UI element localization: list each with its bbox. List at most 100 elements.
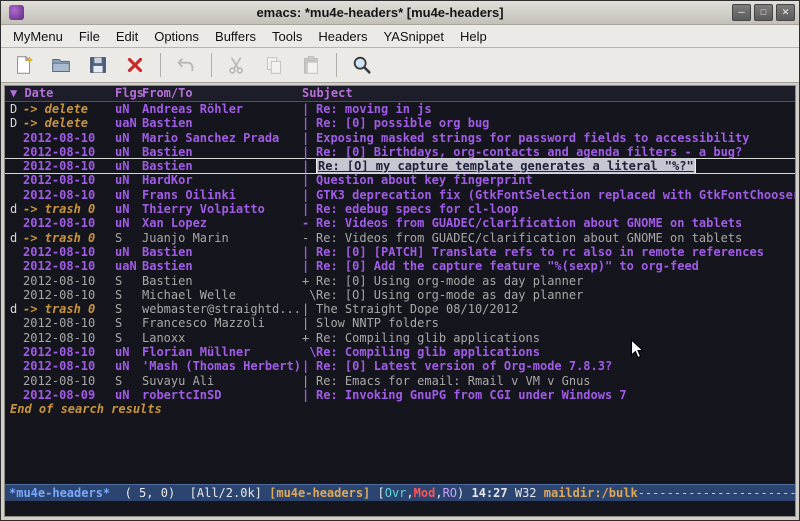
col-flags: uN [115, 102, 142, 116]
col-subject: Re: Invoking GnuPG from CGI under Window… [316, 388, 795, 402]
menu-headers[interactable]: Headers [310, 27, 375, 46]
subject-text: Re: moving in js [316, 102, 432, 116]
col-subject: Re: [O] Using org-mode as day planner [316, 288, 795, 302]
message-row[interactable]: 2012-08-09 uN robertcInSD | Re: Invoking… [5, 388, 795, 402]
menu-buffers[interactable]: Buffers [207, 27, 264, 46]
message-row[interactable]: d -> trash 0 S Juanjo Marin - Re: Videos… [5, 231, 795, 245]
message-row[interactable]: 2012-08-10 uN Bastien | Re: [O] my captu… [5, 159, 795, 173]
col-from: Bastien [142, 245, 302, 259]
mark-char: d [10, 231, 23, 245]
col-date: -> trash 0 [23, 202, 115, 216]
message-row[interactable]: 2012-08-10 uN HardKor | Question about k… [5, 173, 795, 187]
new-file-button[interactable] [9, 51, 39, 79]
window-title: emacs: *mu4e-headers* [mu4e-headers] [28, 5, 732, 20]
menu-help[interactable]: Help [452, 27, 495, 46]
column-date[interactable]: ▼ Date [10, 86, 115, 101]
menu-tools[interactable]: Tools [264, 27, 310, 46]
message-row[interactable]: 2012-08-10 uN Florian Müllner \ Re: Comp… [5, 345, 795, 359]
col-flags: uaN [115, 116, 142, 130]
paste-icon [300, 54, 322, 76]
message-row[interactable]: 2012-08-10 uN Bastien | Re: [0] Birthday… [5, 145, 795, 159]
col-flags: uN [115, 145, 142, 159]
message-row[interactable]: 2012-08-10 S Lanoxx + Re: Compiling glib… [5, 331, 795, 345]
search-icon [351, 54, 373, 76]
message-row[interactable]: 2012-08-10 uaN Bastien | Re: [0] Add the… [5, 259, 795, 273]
paste-button[interactable] [296, 51, 326, 79]
message-row[interactable]: D -> delete uaN Bastien | Re: [0] possib… [5, 116, 795, 130]
mark-char [10, 359, 23, 373]
message-row[interactable]: d -> trash 0 S webmaster@straightd... | … [5, 302, 795, 316]
col-from: Michael Welle [142, 288, 302, 302]
open-folder-button[interactable] [46, 51, 76, 79]
col-from: Lanoxx [142, 331, 302, 345]
minimize-button[interactable]: ─ [732, 4, 751, 21]
mark-char [10, 331, 23, 345]
emacs-window: emacs: *mu4e-headers* [mu4e-headers] ─ □… [0, 0, 800, 521]
menu-options[interactable]: Options [146, 27, 207, 46]
col-subject: Re: [0] possible org bug [316, 116, 795, 130]
message-row[interactable]: 2012-08-10 S Francesco Mazzoli | Slow NN… [5, 316, 795, 330]
message-row[interactable]: d -> trash 0 uN Thierry Volpiatto | Re: … [5, 202, 795, 216]
cut-button[interactable] [222, 51, 252, 79]
subject-text: Exposing masked strings for password fie… [316, 131, 749, 145]
subject-text: Re: [0] Using org-mode as day planner [316, 274, 583, 288]
thread-separator: - [302, 216, 316, 230]
col-date: 2012-08-10 [23, 359, 115, 373]
thread-separator: | [302, 302, 316, 316]
col-flags: uN [115, 159, 142, 173]
col-subject: Re: [0] [PATCH] Translate refs to rc als… [316, 245, 795, 259]
message-row[interactable]: 2012-08-10 uN Frans Oilinki | GTK3 depre… [5, 188, 795, 202]
column-flags[interactable]: Flgs [115, 86, 142, 101]
col-date: 2012-08-10 [23, 316, 115, 330]
thread-separator: | [302, 202, 316, 216]
message-row[interactable]: 2012-08-10 uN Xan Lopez - Re: Videos fro… [5, 216, 795, 230]
column-subject[interactable]: Subject [302, 86, 795, 101]
save-button[interactable] [83, 51, 113, 79]
close-button[interactable]: ✕ [776, 4, 795, 21]
col-subject: Re: Emacs for email: Rmail v VM v Gnus [316, 374, 795, 388]
cut-icon [226, 54, 248, 76]
col-date: 2012-08-10 [23, 173, 115, 187]
message-row[interactable]: 2012-08-10 uN 'Mash (Thomas Herbert) | R… [5, 359, 795, 373]
mark-char [10, 274, 23, 288]
message-row[interactable]: 2012-08-10 S Bastien + Re: [0] Using org… [5, 274, 795, 288]
maximize-button[interactable]: □ [754, 4, 773, 21]
mode-line: *mu4e-headers* ( 5, 0) [All/2.0k] [mu4e-… [5, 484, 795, 501]
col-flags: uN [115, 388, 142, 402]
copy-button[interactable] [259, 51, 289, 79]
thread-separator: + [302, 274, 316, 288]
message-row[interactable]: 2012-08-10 uN Mario Sanchez Prada | Expo… [5, 131, 795, 145]
menu-mymenu[interactable]: MyMenu [5, 27, 71, 46]
message-row[interactable]: 2012-08-10 uN Bastien | Re: [0] [PATCH] … [5, 245, 795, 259]
menu-yasnippet[interactable]: YASnippet [375, 27, 451, 46]
frame: ▼ Date Flgs From/To Subject D -> delete … [1, 83, 799, 520]
titlebar[interactable]: emacs: *mu4e-headers* [mu4e-headers] ─ □… [1, 1, 799, 25]
col-subject: Question about key fingerprint [316, 173, 795, 187]
col-flags: uN [115, 216, 142, 230]
col-from: Bastien [142, 145, 302, 159]
message-row[interactable]: 2012-08-10 S Suvayu Ali | Re: Emacs for … [5, 374, 795, 388]
thread-separator: | [302, 388, 316, 402]
modeline-segment: , [406, 486, 413, 500]
col-from: Mario Sanchez Prada [142, 131, 302, 145]
subject-text: Re: Videos from GUADEC/clarification abo… [316, 216, 742, 230]
col-subject: Re: [0] Using org-mode as day planner [316, 274, 795, 288]
col-subject: Re: Compiling glib applications [316, 345, 795, 359]
undo-button[interactable] [171, 51, 201, 79]
col-date: 2012-08-10 [23, 131, 115, 145]
modeline-segment: [All/2.0k] [190, 486, 269, 500]
message-row[interactable]: 2012-08-10 S Michael Welle \ Re: [O] Usi… [5, 288, 795, 302]
mu4e-headers-buffer: ▼ Date Flgs From/To Subject D -> delete … [4, 85, 796, 517]
search-button[interactable] [347, 51, 377, 79]
toolbar-separator [211, 53, 212, 77]
subject-text: Re: Emacs for email: Rmail v VM v Gnus [316, 374, 591, 388]
message-row[interactable]: D -> delete uN Andreas Röhler | Re: movi… [5, 102, 795, 116]
menu-edit[interactable]: Edit [108, 27, 146, 46]
mark-char [10, 345, 23, 359]
empty-buffer-space [5, 417, 795, 484]
close-buffer-button[interactable] [120, 51, 150, 79]
echo-area[interactable] [5, 501, 795, 516]
menu-file[interactable]: File [71, 27, 108, 46]
column-from[interactable]: From/To [142, 86, 302, 101]
mark-char [10, 173, 23, 187]
